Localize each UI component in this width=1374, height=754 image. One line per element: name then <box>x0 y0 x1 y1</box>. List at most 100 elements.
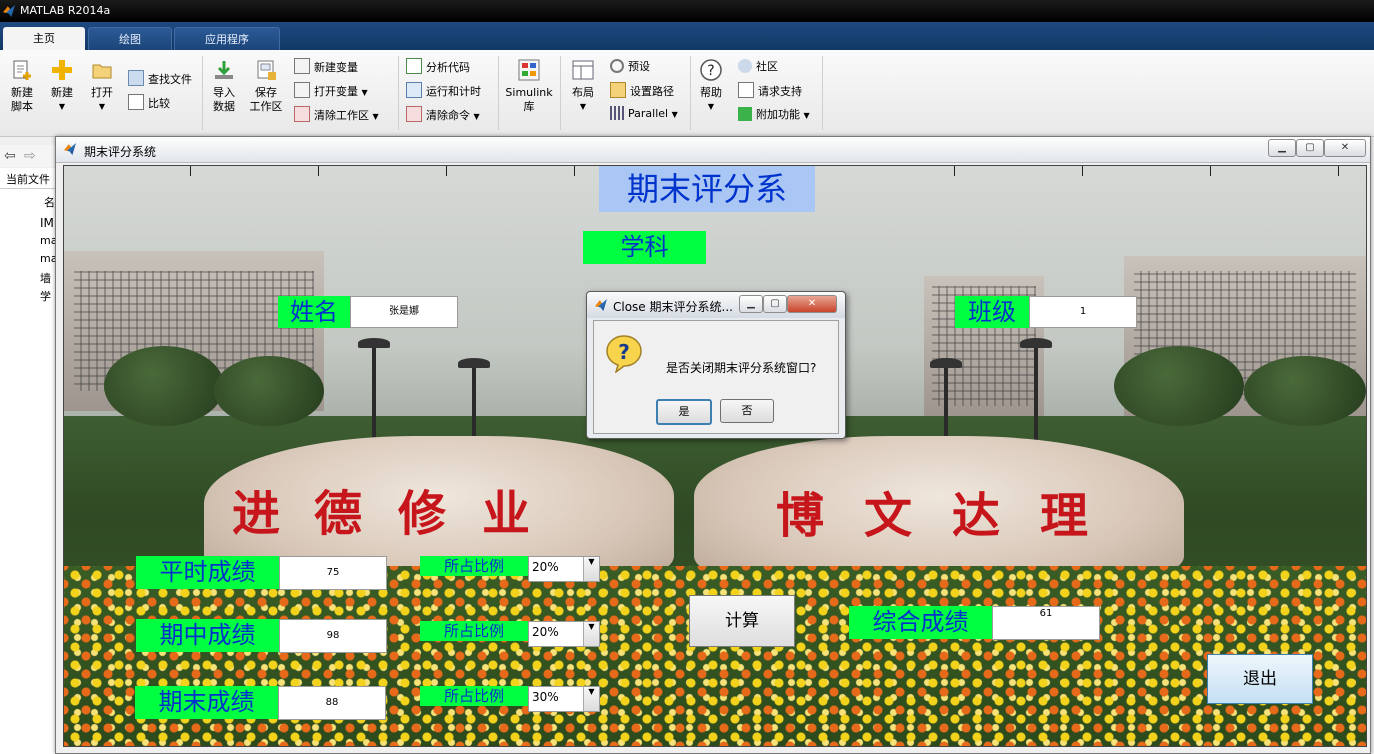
ratio-value: 20% <box>532 625 559 639</box>
tab-apps[interactable]: 应用程序 <box>174 27 280 51</box>
lamp-post <box>458 358 490 446</box>
new-script-icon <box>13 60 31 80</box>
tree <box>1114 346 1244 426</box>
chevron-down-icon: ▼ <box>579 102 587 111</box>
list-item[interactable]: 墙 <box>40 270 51 286</box>
clear-commands-label: 清除命令 <box>426 109 470 122</box>
minimize-button[interactable]: ▁ <box>1268 139 1296 157</box>
set-path-button[interactable]: 设置路径 <box>610 82 674 99</box>
no-button[interactable]: 否 <box>720 399 774 423</box>
ratio-label: 所占比例 <box>420 621 528 641</box>
save-workspace-button[interactable]: 保存 工作区 <box>246 58 286 114</box>
regular-ratio-select[interactable]: 20% ▼ <box>528 556 600 582</box>
name-label: 姓名 <box>278 296 350 328</box>
minimize-button[interactable]: ▁ <box>739 295 763 313</box>
tree <box>214 356 324 426</box>
chevron-down-icon[interactable]: ▼ <box>583 687 599 711</box>
compare-icon <box>128 94 144 110</box>
chevron-down-icon: ▼ <box>372 112 379 121</box>
midterm-ratio-select[interactable]: 20% ▼ <box>528 621 600 647</box>
yes-button[interactable]: 是 <box>656 399 712 425</box>
compare-button[interactable]: 比较 <box>128 94 170 111</box>
dialog-body: ? 是否关闭期末评分系统窗口? 是 否 <box>593 320 839 434</box>
figure-window: 期末评分系统 ▁ ▢ ✕ 进 德 修 业 博 文 达 理 期末评分系 学科 姓名… <box>55 136 1371 754</box>
new-label: 新建 <box>51 86 73 99</box>
open-variable-button[interactable]: 打开变量 ▼ <box>294 82 368 99</box>
new-script-button[interactable]: 新建 脚本 <box>4 58 40 114</box>
simulink-label-2: 库 <box>523 100 535 113</box>
exit-button[interactable]: 退出 <box>1207 654 1313 704</box>
ratio-value: 30% <box>532 690 559 704</box>
midterm-score-input[interactable]: 98 <box>279 619 387 653</box>
rock-char: 理 <box>1040 488 1089 544</box>
forward-icon[interactable]: ⇨ <box>24 148 36 164</box>
preferences-label: 预设 <box>628 60 650 73</box>
ribbon-separator <box>560 56 561 130</box>
community-label: 社区 <box>756 60 778 73</box>
simulink-library-button[interactable]: Simulink 库 <box>504 58 554 114</box>
community-button[interactable]: 社区 <box>738 58 778 74</box>
ribbon-separator <box>690 56 691 130</box>
class-input[interactable]: 1 <box>1029 296 1137 328</box>
community-icon <box>738 59 752 73</box>
parallel-button[interactable]: Parallel ▼ <box>610 106 678 120</box>
run-and-time-label: 运行和计时 <box>426 85 481 98</box>
app-title-bar: MATLAB R2014a <box>0 0 1374 22</box>
analyze-code-button[interactable]: 分析代码 <box>406 58 470 75</box>
close-button[interactable]: ✕ <box>1324 139 1366 157</box>
ribbon-tab-strip: 主页 绘图 应用程序 <box>0 22 1374 51</box>
final-score-input[interactable]: 88 <box>278 686 386 720</box>
ribbon-separator <box>398 56 399 130</box>
final-ratio-select[interactable]: 30% ▼ <box>528 686 600 712</box>
ribbon-separator <box>822 56 823 130</box>
save-label-1: 保存 <box>255 86 277 99</box>
maximize-button[interactable]: ▢ <box>1296 139 1324 157</box>
calculate-button[interactable]: 计算 <box>689 595 795 647</box>
back-icon[interactable]: ⇦ <box>4 148 16 164</box>
name-input[interactable]: 张是娜 <box>350 296 458 328</box>
request-support-label: 请求支持 <box>758 85 802 98</box>
new-variable-icon <box>294 58 310 74</box>
rock-char: 修 <box>398 486 447 542</box>
plus-icon <box>52 60 72 80</box>
column-header-name[interactable]: 名 <box>44 194 55 210</box>
midterm-score-label: 期中成绩 <box>136 619 279 652</box>
clear-workspace-icon <box>294 106 310 122</box>
addons-button[interactable]: 附加功能 ▼ <box>738 106 810 122</box>
find-files-button[interactable]: 查找文件 <box>128 70 192 87</box>
chevron-down-icon[interactable]: ▼ <box>583 557 599 581</box>
list-item[interactable]: 学 <box>40 288 51 304</box>
import-data-button[interactable]: 导入 数据 <box>206 58 242 114</box>
maximize-button[interactable]: ▢ <box>763 295 787 313</box>
parallel-icon <box>610 106 624 120</box>
run-and-time-button[interactable]: 运行和计时 <box>406 82 481 99</box>
axis-tick <box>446 166 447 176</box>
address-bar: ⇦ ⇨ <box>0 145 60 167</box>
preferences-button[interactable]: 预设 <box>610 58 650 74</box>
rock-char: 进 <box>232 486 281 542</box>
list-item[interactable]: IM <box>40 216 54 230</box>
clear-workspace-label: 清除工作区 <box>314 109 369 122</box>
axis-tick <box>1082 166 1083 176</box>
regular-score-input[interactable]: 75 <box>279 556 387 590</box>
addons-label: 附加功能 <box>756 108 800 121</box>
set-path-label: 设置路径 <box>630 85 674 98</box>
help-button[interactable]: ? 帮助 ▼ <box>694 58 728 114</box>
import-label-1: 导入 <box>213 86 235 99</box>
tab-plots[interactable]: 绘图 <box>88 27 172 51</box>
layout-button[interactable]: 布局 ▼ <box>566 58 600 114</box>
close-button[interactable]: ✕ <box>787 295 837 313</box>
clear-workspace-button[interactable]: 清除工作区 ▼ <box>294 106 379 123</box>
new-button[interactable]: 新建 ▼ <box>44 58 80 114</box>
question-icon: ? <box>606 335 642 373</box>
svg-text:?: ? <box>618 340 630 364</box>
open-button[interactable]: 打开 ▼ <box>84 58 120 114</box>
total-score-label: 综合成绩 <box>849 606 992 639</box>
chevron-down-icon[interactable]: ▼ <box>583 622 599 646</box>
clear-commands-button[interactable]: 清除命令 ▼ <box>406 106 480 123</box>
tab-home[interactable]: 主页 <box>3 27 85 50</box>
axis-tick <box>318 166 319 176</box>
new-variable-button[interactable]: 新建变量 <box>294 58 358 75</box>
help-label: 帮助 <box>700 86 722 99</box>
request-support-button[interactable]: 请求支持 <box>738 82 802 99</box>
